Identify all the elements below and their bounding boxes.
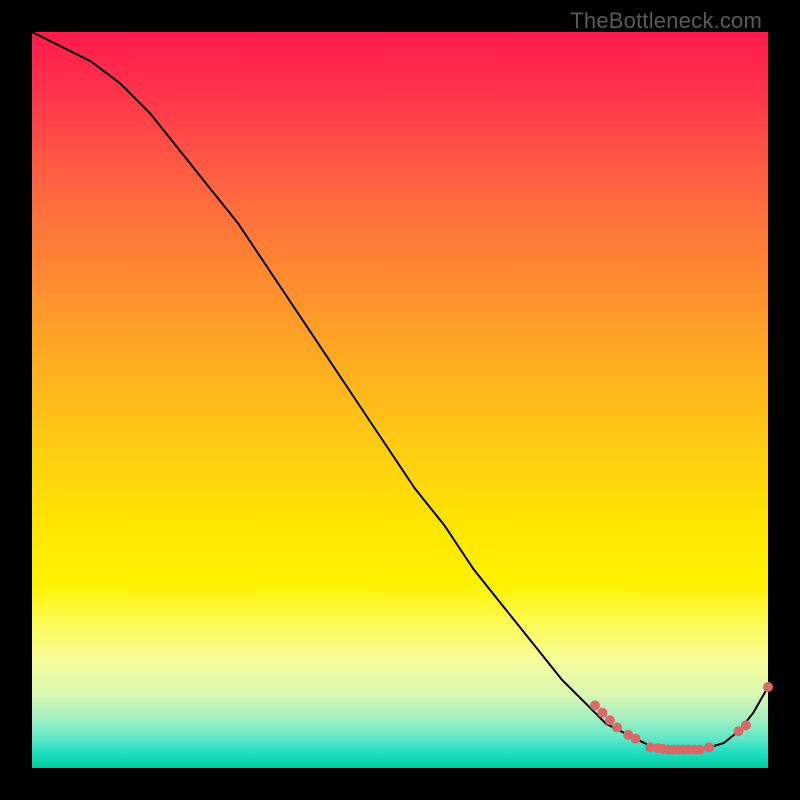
data-marker bbox=[631, 734, 641, 744]
data-marker bbox=[704, 742, 714, 752]
line-plot-svg bbox=[32, 32, 768, 768]
data-markers bbox=[590, 682, 773, 755]
data-marker bbox=[597, 708, 607, 718]
branding-watermark: TheBottleneck.com bbox=[570, 8, 762, 34]
data-marker bbox=[741, 720, 751, 730]
data-marker bbox=[695, 745, 705, 755]
chart-frame: TheBottleneck.com bbox=[0, 0, 800, 800]
data-marker bbox=[590, 700, 600, 710]
data-marker bbox=[763, 682, 773, 692]
data-marker bbox=[605, 715, 615, 725]
data-marker bbox=[612, 723, 622, 733]
performance-curve bbox=[32, 32, 768, 750]
